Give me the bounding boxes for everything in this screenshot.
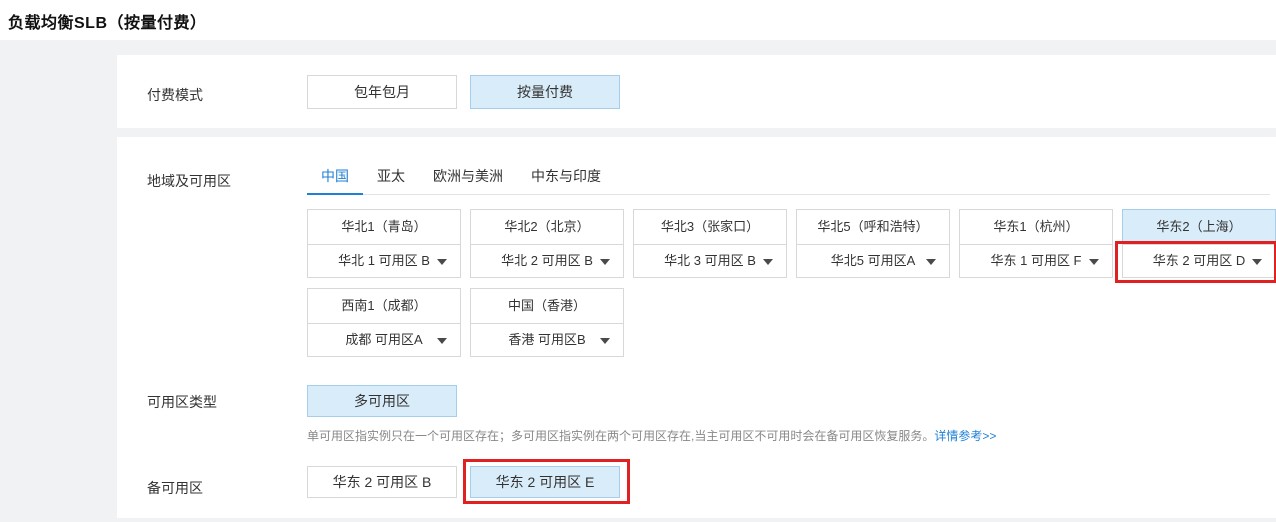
- zone-select-value: 香港 可用区B: [508, 332, 585, 347]
- region-cell-hongkong: 中国（香港） 香港 可用区B: [470, 288, 624, 357]
- backup-zone-options: 华东 2 可用区 B 华东 2 可用区 E: [307, 466, 620, 498]
- caret-down-icon: [600, 338, 610, 344]
- region-cell-chengdu: 西南1（成都） 成都 可用区A: [307, 288, 461, 357]
- zone-select-chengdu[interactable]: 成都 可用区A: [307, 323, 461, 357]
- zone-select-huabei1[interactable]: 华北 1 可用区 B: [307, 244, 461, 278]
- zone-select-hongkong[interactable]: 香港 可用区B: [470, 323, 624, 357]
- region-button-huabei1[interactable]: 华北1（青岛）: [307, 209, 461, 245]
- region-button-huabei5[interactable]: 华北5（呼和浩特）: [796, 209, 950, 245]
- page-background: 付费模式 包年包月 按量付费 地域及可用区 中国 亚太 欧洲与美洲 中东与印度 …: [0, 40, 1276, 522]
- zone-select-value: 华东 2 可用区 D: [1153, 253, 1245, 268]
- zone-select-value: 华东 1 可用区 F: [990, 253, 1081, 268]
- region-label: 地域及可用区: [147, 171, 231, 191]
- region-cell-qingdao: 华北1（青岛） 华北 1 可用区 B: [307, 209, 461, 278]
- zone-select-value: 华北 1 可用区 B: [338, 253, 430, 268]
- region-grid-row-1: 华北1（青岛） 华北 1 可用区 B 华北2（北京） 华北 2 可用区 B 华北…: [307, 209, 1276, 278]
- payment-option-paygo[interactable]: 按量付费: [470, 75, 620, 109]
- zone-type-help: 单可用区指实例只在一个可用区存在；多可用区指实例在两个可用区存在,当主可用区不可…: [307, 427, 996, 444]
- caret-down-icon: [437, 259, 447, 265]
- backup-zone-label: 备可用区: [147, 478, 203, 498]
- caret-down-icon: [763, 259, 773, 265]
- zone-select-huadong2[interactable]: 华东 2 可用区 D: [1122, 244, 1276, 278]
- zone-select-value: 华北5 可用区A: [831, 253, 916, 268]
- payment-option-subscription[interactable]: 包年包月: [307, 75, 457, 109]
- payment-mode-options: 包年包月 按量付费: [307, 75, 620, 109]
- region-cell-zhangjiakou: 华北3（张家口） 华北 3 可用区 B: [633, 209, 787, 278]
- caret-down-icon: [926, 259, 936, 265]
- zone-select-huadong1[interactable]: 华东 1 可用区 F: [959, 244, 1113, 278]
- zone-select-value: 成都 可用区A: [345, 332, 422, 347]
- tab-asia-pacific[interactable]: 亚太: [363, 161, 419, 195]
- region-cell-beijing: 华北2（北京） 华北 2 可用区 B: [470, 209, 624, 278]
- zone-type-help-text: 单可用区指实例只在一个可用区存在；多可用区指实例在两个可用区存在,当主可用区不可…: [307, 429, 934, 443]
- region-cell-hangzhou: 华东1（杭州） 华东 1 可用区 F: [959, 209, 1113, 278]
- region-tabs: 中国 亚太 欧洲与美洲 中东与印度: [307, 161, 1270, 195]
- zone-type-options: 多可用区: [307, 385, 457, 417]
- slb-purchase-page: 负载均衡SLB（按量付费） 付费模式 包年包月 按量付费 地域及可用区 中国 亚…: [0, 0, 1276, 522]
- region-zone-panel: 地域及可用区 中国 亚太 欧洲与美洲 中东与印度 华北1（青岛） 华北 1 可用…: [117, 137, 1276, 518]
- backup-zone-b-button[interactable]: 华东 2 可用区 B: [307, 466, 457, 498]
- tab-europe-americas[interactable]: 欧洲与美洲: [419, 161, 517, 195]
- caret-down-icon: [600, 259, 610, 265]
- zone-type-help-link[interactable]: 详情参考>>: [934, 429, 996, 443]
- region-cell-shanghai: 华东2（上海） 华东 2 可用区 D: [1122, 209, 1276, 278]
- region-button-xinan1[interactable]: 西南1（成都）: [307, 288, 461, 324]
- caret-down-icon: [437, 338, 447, 344]
- region-button-huabei2[interactable]: 华北2（北京）: [470, 209, 624, 245]
- region-button-hongkong[interactable]: 中国（香港）: [470, 288, 624, 324]
- region-cell-hohhot: 华北5（呼和浩特） 华北5 可用区A: [796, 209, 950, 278]
- region-button-huadong1[interactable]: 华东1（杭州）: [959, 209, 1113, 245]
- caret-down-icon: [1252, 259, 1262, 265]
- zone-select-value: 华北 2 可用区 B: [501, 253, 593, 268]
- region-grid-row-2: 西南1（成都） 成都 可用区A 中国（香港） 香港 可用区B: [307, 288, 624, 357]
- page-title: 负载均衡SLB（按量付费）: [8, 9, 207, 33]
- region-button-huabei3[interactable]: 华北3（张家口）: [633, 209, 787, 245]
- region-button-huadong2[interactable]: 华东2（上海）: [1122, 209, 1276, 245]
- tab-middle-east-india[interactable]: 中东与印度: [517, 161, 615, 195]
- zone-select-value: 华北 3 可用区 B: [664, 253, 756, 268]
- zone-select-huabei2[interactable]: 华北 2 可用区 B: [470, 244, 624, 278]
- payment-mode-panel: 付费模式 包年包月 按量付费: [117, 55, 1276, 128]
- zone-type-label: 可用区类型: [147, 392, 217, 412]
- zone-type-multi-button[interactable]: 多可用区: [307, 385, 457, 417]
- zone-select-huabei5[interactable]: 华北5 可用区A: [796, 244, 950, 278]
- zone-select-huabei3[interactable]: 华北 3 可用区 B: [633, 244, 787, 278]
- caret-down-icon: [1089, 259, 1099, 265]
- payment-mode-label: 付费模式: [147, 85, 203, 105]
- backup-zone-e-button[interactable]: 华东 2 可用区 E: [470, 466, 620, 498]
- tab-china[interactable]: 中国: [307, 161, 363, 195]
